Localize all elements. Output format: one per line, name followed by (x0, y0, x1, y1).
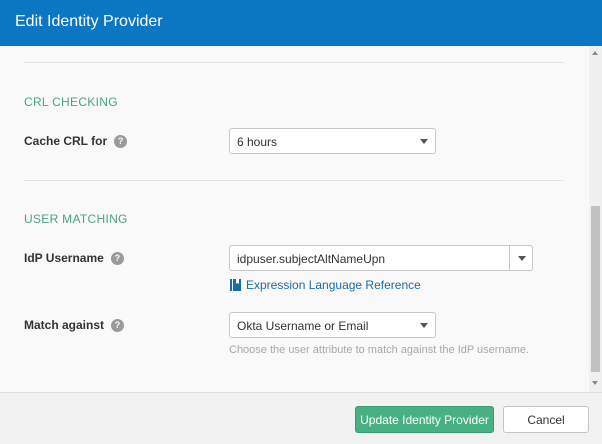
book-icon (230, 279, 241, 291)
section-title-crl-checking: CRL CHECKING (24, 95, 118, 109)
expression-language-reference-text: Expression Language Reference (246, 278, 421, 292)
idp-username-dropdown-button[interactable] (509, 246, 532, 270)
idp-username-combobox[interactable]: idpuser.subjectAltNameUpn (229, 245, 533, 271)
dialog-body[interactable]: CRL CHECKING Cache CRL for ? 6 hours USE… (0, 46, 602, 392)
expression-language-reference-link[interactable]: Expression Language Reference (230, 278, 421, 292)
dialog-title: Edit Identity Provider (15, 13, 163, 30)
match-against-selected-value: Okta Username or Email (237, 319, 369, 333)
scroll-down-arrow-icon[interactable] (592, 381, 598, 385)
match-against-select[interactable]: Okta Username or Email (229, 312, 436, 338)
section-divider (24, 180, 564, 181)
cache-crl-selected-value: 6 hours (237, 135, 278, 149)
dialog-footer: Update Identity Provider Cancel (0, 392, 602, 444)
help-icon[interactable]: ? (114, 134, 128, 148)
section-divider (24, 62, 564, 63)
match-against-label: Match against ? (24, 318, 125, 332)
scroll-up-arrow-icon[interactable] (592, 51, 598, 55)
match-against-label-text: Match against (24, 318, 105, 332)
section-title-user-matching: USER MATCHING (24, 212, 128, 226)
idp-username-label: IdP Username ? (24, 251, 124, 265)
update-identity-provider-button[interactable]: Update Identity Provider (355, 406, 494, 433)
cancel-button[interactable]: Cancel (503, 406, 589, 433)
chevron-down-icon (420, 139, 428, 144)
idp-username-input[interactable]: idpuser.subjectAltNameUpn (237, 252, 385, 266)
help-icon[interactable]: ? (110, 251, 124, 265)
cache-crl-label-text: Cache CRL for (24, 134, 108, 148)
vertical-scrollbar[interactable] (589, 46, 602, 392)
scrollbar-thumb[interactable] (591, 206, 600, 372)
help-icon[interactable]: ? (111, 318, 125, 332)
cache-crl-label: Cache CRL for ? (24, 134, 128, 148)
idp-username-label-text: IdP Username (24, 251, 104, 265)
chevron-down-icon (420, 323, 428, 328)
chevron-down-icon (518, 256, 526, 261)
cache-crl-select[interactable]: 6 hours (229, 128, 436, 154)
dialog-header: Edit Identity Provider (0, 0, 602, 46)
match-against-hint: Choose the user attribute to match again… (229, 344, 530, 356)
